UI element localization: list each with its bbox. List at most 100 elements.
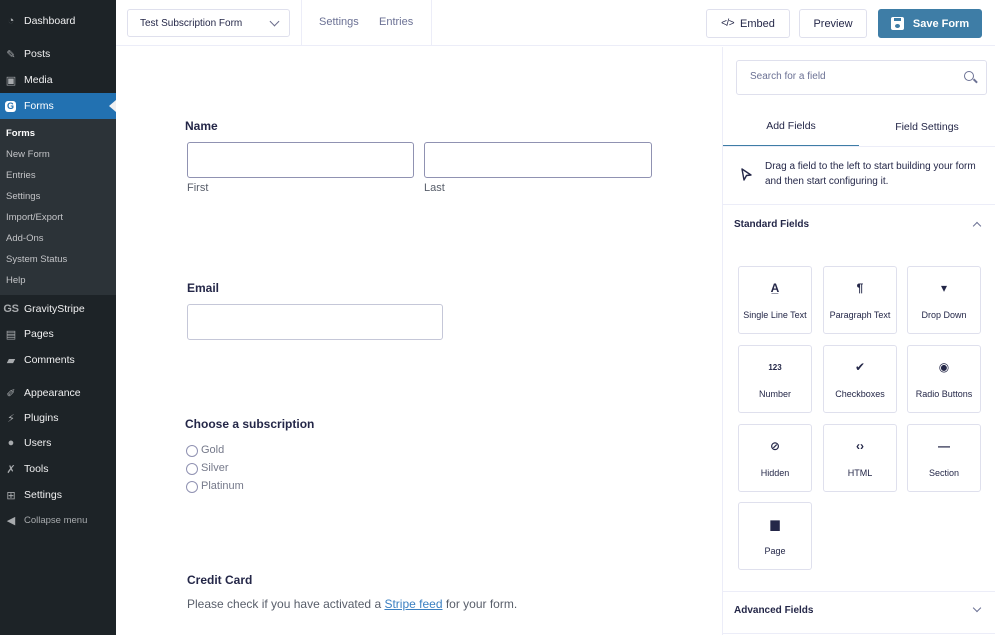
field-tile-label: Number — [758, 389, 791, 399]
radio-option-label: Silver — [201, 462, 229, 474]
field-tile-label: Paragraph Text — [829, 310, 891, 320]
first-name-input[interactable] — [187, 142, 414, 178]
menu-item-label: Plugins — [24, 412, 59, 424]
single-line-text-icon: A̲ — [770, 281, 780, 295]
field-tile-paragraph-text[interactable]: ¶ Paragraph Text — [823, 266, 897, 334]
menu-item-dashboard[interactable]: ◔ Dashboard — [0, 8, 116, 34]
menu-item-gravitystripe[interactable]: GS GravityStripe — [0, 296, 116, 322]
section-divider — [723, 591, 995, 592]
menu-item-media[interactable]: ▣ Media — [0, 67, 116, 93]
menu-item-label: Media — [24, 74, 53, 86]
menu-item-plugins[interactable]: ⚡ Plugins — [0, 405, 116, 431]
menu-item-label: Comments — [24, 354, 75, 366]
submenu-item-import-export[interactable]: Import/Export — [6, 212, 63, 223]
submenu-item-forms[interactable]: Forms — [6, 128, 35, 139]
entries-link[interactable]: Entries — [379, 16, 413, 28]
search-icon[interactable] — [964, 71, 974, 81]
field-tile-section[interactable]: — Section — [907, 424, 981, 492]
field-tile-label: Section — [928, 468, 960, 478]
paragraph-icon: ¶ — [856, 281, 864, 295]
radio-option-gold[interactable]: Gold — [186, 443, 224, 457]
field-tile-radio-buttons[interactable]: ◉ Radio Buttons — [907, 345, 981, 413]
code-icon: </> — [721, 18, 735, 29]
standard-fields-title: Standard Fields — [734, 219, 810, 230]
admin-sidebar: ◔ Dashboard ✎ Posts ▣ Media G Forms Form… — [0, 0, 116, 635]
embed-label: Embed — [740, 17, 775, 30]
menu-item-posts[interactable]: ✎ Posts — [0, 41, 116, 67]
field-search[interactable] — [736, 60, 987, 95]
submenu-item-settings[interactable]: Settings — [6, 191, 40, 202]
stripe-feed-link[interactable]: Stripe feed — [384, 597, 442, 611]
menu-item-label: Settings — [24, 489, 62, 501]
field-tile-html[interactable]: ‹› HTML — [823, 424, 897, 492]
field-tile-drop-down[interactable]: ▾ Drop Down — [907, 266, 981, 334]
menu-item-settings[interactable]: ⊞ Settings — [0, 482, 116, 508]
form-selector-dropdown[interactable]: Test Subscription Form — [127, 9, 290, 37]
submenu-item-system-status[interactable]: System Status — [6, 254, 67, 265]
name-field-label: Name — [185, 119, 218, 133]
chevron-down-icon[interactable] — [972, 603, 982, 613]
menu-item-comments[interactable]: ▰ Comments — [0, 347, 116, 373]
advanced-fields-title: Advanced Fields — [734, 605, 814, 616]
section-divider — [723, 633, 995, 634]
menu-item-pages[interactable]: ▤ Pages — [0, 321, 116, 347]
field-tile-label: Radio Buttons — [915, 389, 973, 399]
editor-toolbar: Test Subscription Form Settings Entries … — [116, 0, 995, 46]
tab-field-settings[interactable]: Field Settings — [859, 106, 995, 147]
chevron-up-icon[interactable] — [972, 221, 982, 231]
radio-option-label: Platinum — [201, 480, 244, 492]
field-tile-hidden[interactable]: ⊘ Hidden — [738, 424, 812, 492]
field-tile-single-line-text[interactable]: A̲ Single Line Text — [738, 266, 812, 334]
comment-icon: ▰ — [6, 354, 16, 367]
field-search-input[interactable] — [750, 71, 950, 82]
cursor-arrow-icon — [741, 168, 752, 181]
form-canvas: Name First Last Email Choose a subscript… — [116, 47, 722, 635]
menu-item-tools[interactable]: ✗ Tools — [0, 456, 116, 482]
preview-button[interactable]: Preview — [799, 9, 867, 38]
embed-button[interactable]: </> Embed — [706, 9, 790, 38]
collapse-menu-button[interactable]: ◀ Collapse menu — [0, 507, 116, 533]
wrench-icon: ✗ — [6, 463, 16, 476]
section-divider — [723, 204, 995, 205]
menu-item-appearance[interactable]: ✐ Appearance — [0, 380, 116, 406]
radio-option-silver[interactable]: Silver — [186, 461, 229, 475]
drag-hint-text: Drag a field to the left to start buildi… — [765, 161, 976, 187]
radio-circle[interactable] — [186, 463, 198, 475]
notice-text: for your form. — [442, 597, 518, 611]
field-tile-page[interactable]: ▆ Page — [738, 502, 812, 570]
subscription-field-label: Choose a subscription — [185, 417, 315, 431]
submenu-item-help[interactable]: Help — [6, 275, 26, 286]
menu-item-forms[interactable]: G Forms — [0, 93, 116, 119]
menu-item-users[interactable]: ● Users — [0, 430, 116, 456]
radio-circle[interactable] — [186, 445, 198, 457]
email-input[interactable] — [187, 304, 443, 340]
field-tile-number[interactable]: 123 Number — [738, 345, 812, 413]
menu-item-label: Tools — [24, 463, 49, 475]
tab-label: Add Fields — [766, 119, 816, 132]
pages-icon: ▤ — [5, 328, 17, 341]
form-selector-value: Test Subscription Form — [140, 17, 243, 29]
plug-icon: ⚡ — [7, 412, 15, 425]
radio-option-platinum[interactable]: Platinum — [186, 479, 244, 493]
code-icon: ‹› — [856, 439, 864, 453]
submenu-item-add-ons[interactable]: Add-Ons — [6, 233, 44, 244]
radio-circle[interactable] — [186, 481, 198, 493]
tabs-divider — [723, 146, 995, 147]
settings-link[interactable]: Settings — [319, 16, 359, 28]
forms-submenu: Forms New Form Entries Settings Import/E… — [0, 119, 116, 295]
submenu-item-new-form[interactable]: New Form — [6, 149, 50, 160]
menu-item-label: Users — [24, 437, 52, 449]
dashboard-icon: ◔ — [7, 15, 15, 27]
email-field-label: Email — [187, 281, 220, 295]
save-form-button[interactable]: Save Form — [878, 9, 982, 38]
submenu-item-entries[interactable]: Entries — [6, 170, 36, 181]
section-divider-icon: — — [938, 439, 950, 453]
notice-text: Please check if you have activated a — [187, 597, 385, 611]
field-tile-checkboxes[interactable]: ✔ Checkboxes — [823, 345, 897, 413]
tab-add-fields[interactable]: Add Fields — [723, 106, 859, 147]
preview-label: Preview — [813, 17, 853, 30]
tab-label: Field Settings — [895, 120, 959, 133]
gravity-forms-icon: G — [5, 100, 16, 112]
last-name-input[interactable] — [424, 142, 652, 178]
checkbox-icon: ✔ — [854, 360, 866, 374]
